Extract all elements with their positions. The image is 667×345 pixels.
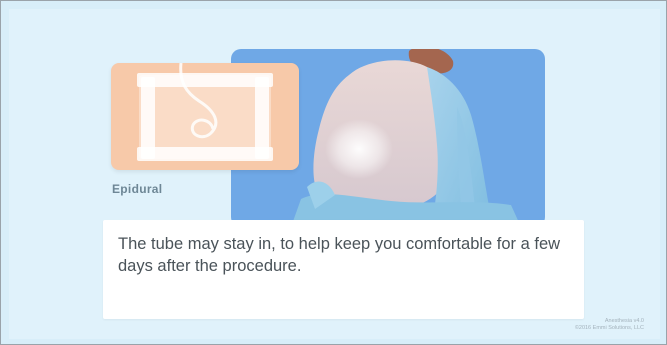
version-text: Anesthesia v4.0 [604,318,644,324]
epidural-dressing-graphic [137,63,273,161]
caption-box: The tube may stay in, to help keep you c… [103,220,584,319]
epidural-closeup-inset [111,63,299,170]
epidural-label: Epidural [112,182,163,196]
lesson-frame: Epidural The tube may stay in, to help k… [0,0,667,345]
footer-credits: Anesthesia v4.0 ©2016 Emmi Solutions, LL… [575,318,644,332]
copyright-text: ©2016 Emmi Solutions, LLC [574,325,644,331]
caption-text: The tube may stay in, to help keep you c… [118,235,561,275]
